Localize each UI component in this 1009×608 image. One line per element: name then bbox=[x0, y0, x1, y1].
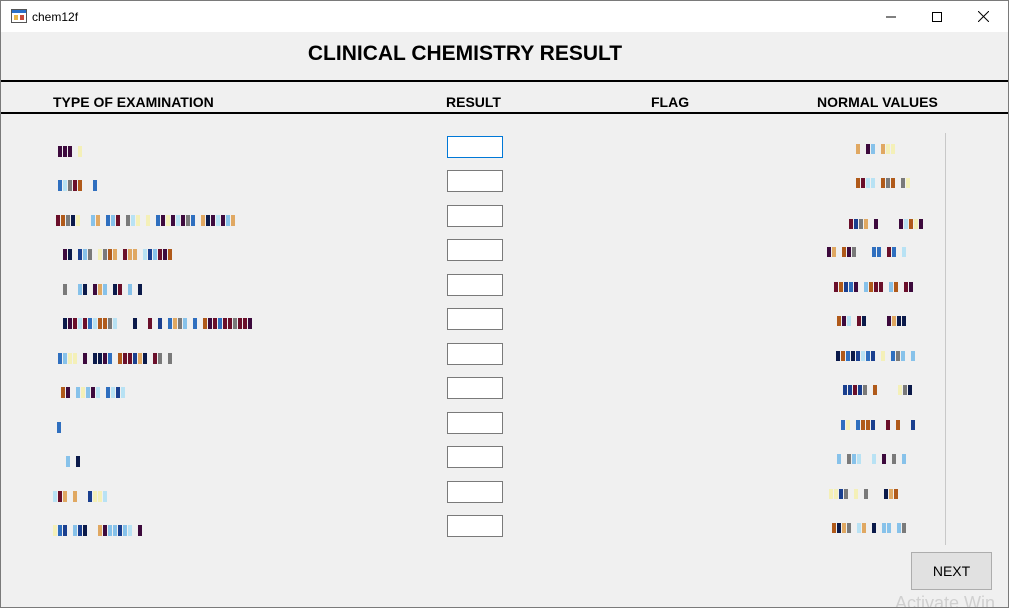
page-title: CLINICAL CHEMISTRY RESULT bbox=[307, 42, 623, 65]
result-input[interactable] bbox=[447, 308, 503, 330]
examination-name-redacted bbox=[66, 456, 81, 467]
examination-name-redacted bbox=[63, 318, 253, 329]
column-header-type: TYPE OF EXAMINATION bbox=[53, 94, 214, 110]
flag-value bbox=[641, 415, 721, 437]
maximize-icon bbox=[932, 11, 942, 22]
examination-name-redacted bbox=[63, 249, 173, 260]
result-input[interactable] bbox=[447, 515, 503, 537]
normal-value-redacted bbox=[856, 170, 911, 188]
next-button[interactable]: NEXT bbox=[911, 552, 992, 590]
column-header-flag: FLAG bbox=[651, 94, 690, 110]
column-header-result: RESULT bbox=[446, 94, 501, 110]
flag-value bbox=[641, 311, 721, 333]
normal-value-redacted bbox=[819, 274, 914, 292]
examination-name-redacted bbox=[53, 491, 113, 502]
normal-value-redacted bbox=[836, 343, 916, 361]
result-input[interactable] bbox=[447, 205, 503, 227]
result-input[interactable] bbox=[447, 170, 503, 192]
result-input[interactable] bbox=[447, 481, 503, 503]
result-input[interactable] bbox=[447, 343, 503, 365]
app-window-icon bbox=[11, 9, 27, 23]
flag-value bbox=[641, 449, 721, 471]
examination-name-redacted bbox=[57, 422, 72, 433]
normal-value-redacted bbox=[841, 412, 916, 430]
examination-name-redacted bbox=[53, 525, 143, 536]
column-header-normal-values: NORMAL VALUES bbox=[817, 94, 938, 110]
flag-value bbox=[641, 346, 721, 368]
normal-value-redacted bbox=[849, 211, 924, 229]
flag-value bbox=[641, 242, 721, 264]
flag-value bbox=[641, 484, 721, 506]
flag-value bbox=[641, 277, 721, 299]
flag-value bbox=[641, 518, 721, 540]
next-button-label: NEXT bbox=[932, 563, 971, 579]
examination-name-redacted bbox=[63, 284, 143, 295]
minimize-button[interactable] bbox=[868, 1, 914, 32]
result-input[interactable] bbox=[447, 274, 503, 296]
normal-value-redacted bbox=[856, 136, 906, 154]
examination-name-redacted bbox=[53, 146, 83, 157]
examination-name-redacted bbox=[53, 353, 173, 364]
result-input[interactable] bbox=[447, 239, 503, 261]
flag-value bbox=[641, 380, 721, 402]
flag-value bbox=[641, 139, 721, 161]
flag-value bbox=[641, 173, 721, 195]
title-bar[interactable]: chem12f bbox=[1, 1, 1008, 32]
close-icon bbox=[977, 11, 989, 22]
normal-value-redacted bbox=[837, 446, 917, 464]
maximize-button[interactable] bbox=[914, 1, 960, 32]
window-title: chem12f bbox=[32, 10, 79, 24]
normal-value-redacted bbox=[843, 377, 913, 395]
normal-value-redacted bbox=[819, 481, 914, 499]
normal-value-redacted bbox=[827, 239, 912, 257]
header-divider-bottom bbox=[1, 112, 1008, 114]
minimize-icon bbox=[886, 16, 896, 17]
examination-name-redacted bbox=[56, 387, 126, 398]
flag-value bbox=[641, 208, 721, 230]
app-window: chem12f CLINICAL CHEMISTRY RESULT TYPE O… bbox=[0, 0, 1009, 608]
normal-value-redacted bbox=[827, 515, 912, 533]
scroll-divider bbox=[945, 133, 946, 545]
normal-value-redacted bbox=[827, 308, 917, 326]
header-divider-top bbox=[1, 80, 1008, 82]
result-input[interactable] bbox=[447, 377, 503, 399]
activation-watermark: Activate Win bbox=[895, 593, 996, 608]
examination-name-redacted bbox=[56, 215, 236, 226]
result-input[interactable] bbox=[447, 446, 503, 468]
close-button[interactable] bbox=[960, 1, 1006, 32]
examination-name-redacted bbox=[53, 180, 98, 191]
result-input[interactable] bbox=[447, 136, 503, 158]
result-input[interactable] bbox=[447, 412, 503, 434]
